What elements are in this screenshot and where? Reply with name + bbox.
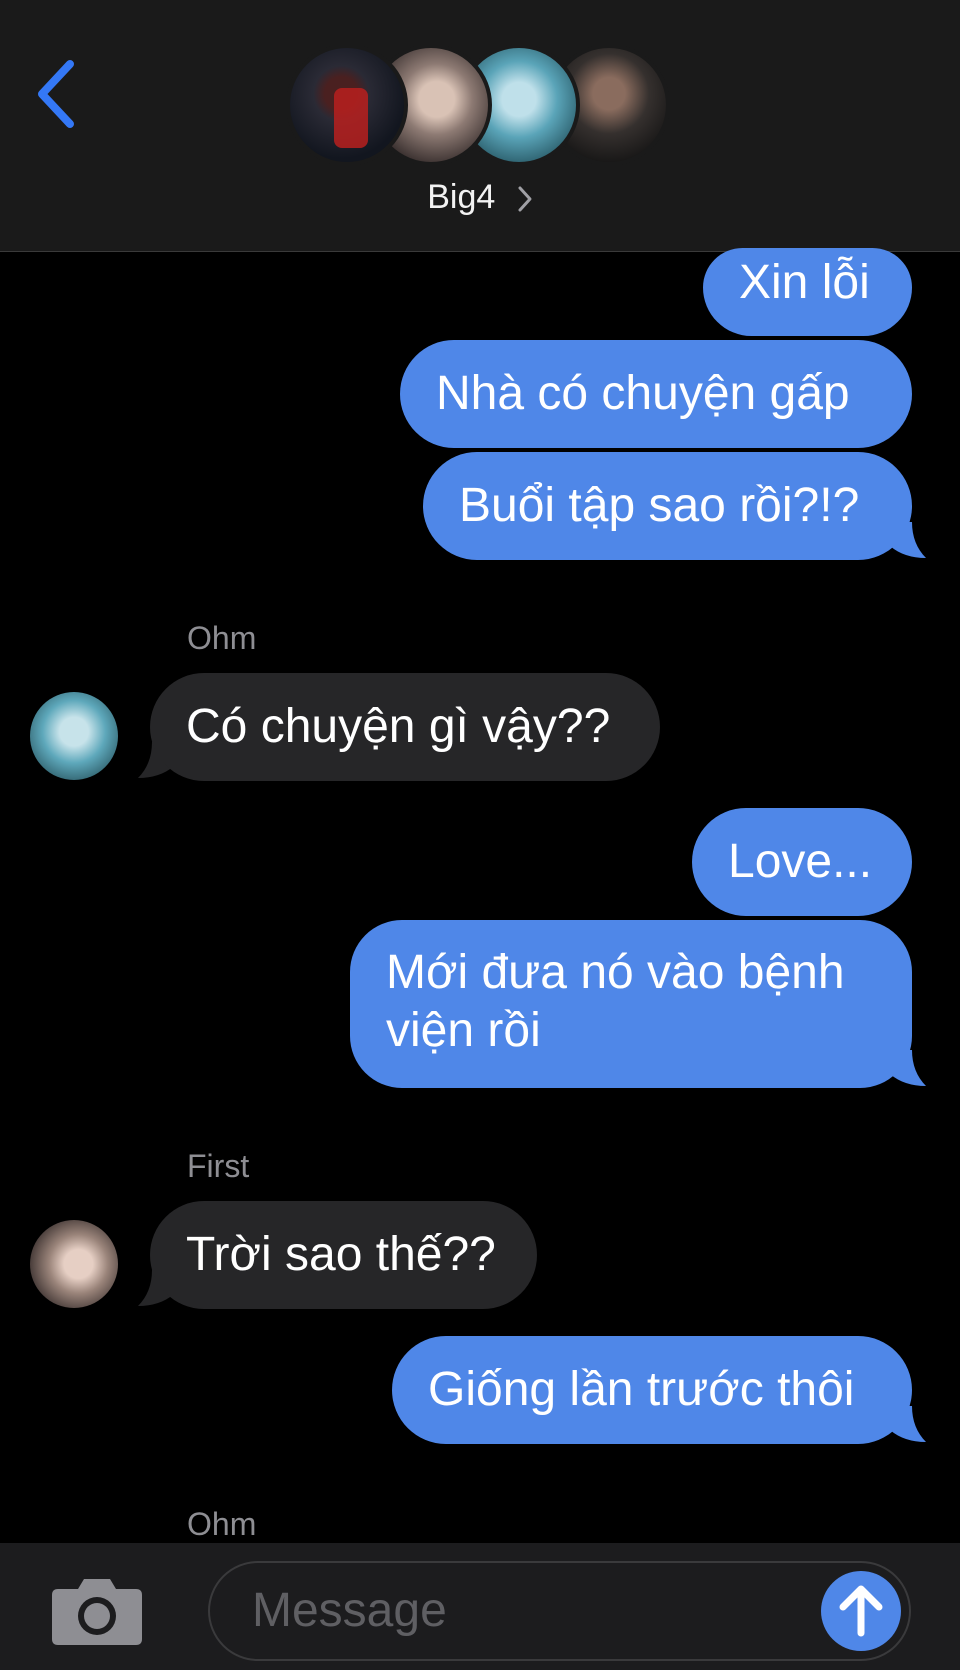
bubble-tail: [890, 1050, 926, 1086]
message-bubble[interactable]: Giống lần trước thôi: [392, 1336, 912, 1444]
message-input[interactable]: Message: [208, 1561, 911, 1661]
message-bubble[interactable]: Love...: [692, 808, 912, 916]
avatar[interactable]: [30, 692, 118, 780]
conversation-header: Big4: [0, 0, 960, 252]
bubble-tail: [890, 1406, 926, 1442]
group-name-label: Big4: [427, 178, 496, 216]
message-text: Trời sao thế??: [186, 1228, 496, 1281]
message-text: Buổi tập sao rồi?!?: [459, 479, 860, 532]
message-text-line: Mới đưa nó vào bệnh: [386, 946, 845, 999]
sender-name: Ohm: [187, 620, 257, 656]
sender-name: Ohm: [187, 1506, 257, 1542]
back-button[interactable]: [30, 56, 90, 132]
message-text: Love...: [728, 835, 873, 888]
message-text: Nhà có chuyện gấp: [436, 367, 850, 420]
message-bubble[interactable]: Có chuyện gì vậy??: [150, 673, 660, 781]
message-bubble[interactable]: Nhà có chuyện gấp: [400, 340, 912, 448]
group-name-button[interactable]: Big4: [0, 178, 960, 217]
avatar: [286, 44, 408, 166]
avatar[interactable]: [30, 1220, 118, 1308]
message-bubble[interactable]: Xin lỗi: [703, 248, 912, 336]
message-text-line: viện rồi: [386, 1004, 541, 1057]
sender-name: First: [187, 1148, 250, 1184]
arrow-up-icon: [839, 1585, 883, 1637]
message-text: Xin lỗi: [739, 256, 870, 309]
message-text: Có chuyện gì vậy??: [186, 700, 611, 753]
bubble-tail: [890, 522, 926, 558]
chevron-left-icon: [38, 60, 74, 128]
camera-icon: [52, 1579, 142, 1645]
camera-button[interactable]: [50, 1575, 144, 1647]
message-placeholder: Message: [252, 1584, 447, 1637]
group-avatars[interactable]: [286, 44, 686, 168]
message-text: Giống lần trước thôi: [428, 1363, 855, 1416]
message-bubble[interactable]: Mới đưa nó vào bệnh viện rồi: [350, 920, 912, 1088]
message-bubble[interactable]: Buổi tập sao rồi?!?: [423, 452, 912, 560]
send-button[interactable]: [821, 1571, 901, 1651]
chevron-right-icon: [518, 186, 532, 212]
message-bubble[interactable]: Trời sao thế??: [150, 1201, 537, 1309]
composer-bar: Message: [0, 1543, 960, 1670]
